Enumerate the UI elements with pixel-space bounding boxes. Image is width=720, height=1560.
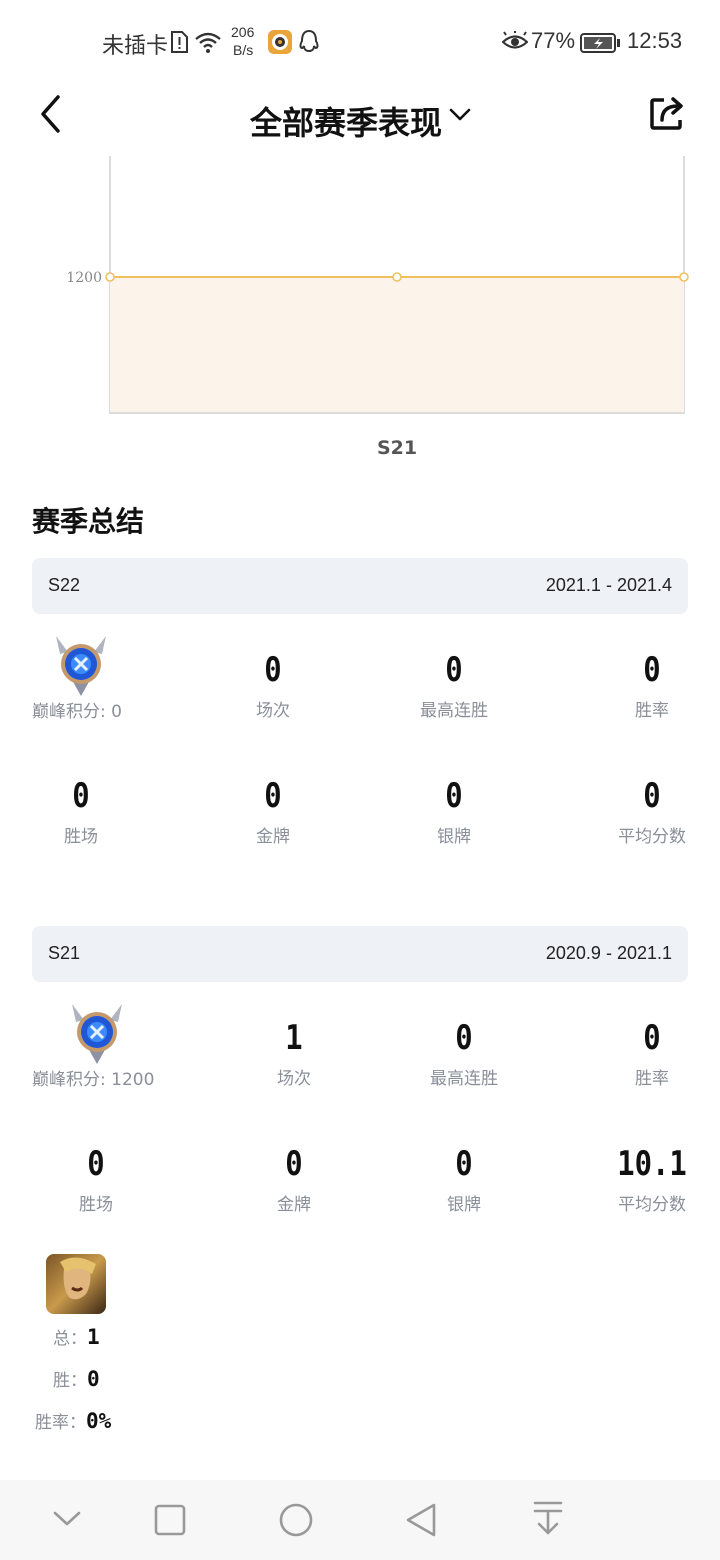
data-point	[392, 272, 402, 282]
chart-svg: 1200 S21	[66, 156, 689, 459]
chevron-down-icon[interactable]	[448, 106, 472, 122]
net-speed-unit: B/s	[233, 42, 254, 58]
season-summary-title: 赛季总结	[32, 505, 145, 538]
data-point	[105, 272, 115, 282]
hero-total: 总：1	[53, 1325, 100, 1349]
battery-icon	[580, 33, 620, 53]
stat-gold: 0 金牌	[193, 776, 353, 847]
stat-label: 银牌	[437, 827, 471, 847]
stat-label: 平均分数	[618, 1195, 686, 1215]
season-rating-chart: 1200 S21	[0, 156, 720, 476]
nav-bar: 全部赛季表现	[0, 84, 720, 156]
stat-matches: 0 场次	[193, 650, 353, 721]
stat-value: 0	[455, 1018, 473, 1058]
stat-label: 最高连胜	[420, 701, 488, 721]
hero-win-rate: 胜率：0%	[35, 1409, 112, 1433]
stat-value: 0	[643, 1018, 661, 1058]
page-title[interactable]: 全部赛季表现	[250, 98, 442, 144]
stat-matches: 1 场次	[214, 1018, 374, 1089]
x-tick-label: S21	[377, 437, 417, 459]
stat-silver: 0 银牌	[384, 1144, 544, 1215]
stat-value: 0	[455, 1144, 473, 1184]
stat-value: 1	[285, 1018, 303, 1058]
status-bar: 未插卡 206 B/s 77% 12:53	[0, 0, 720, 84]
system-nav-bar	[0, 1480, 720, 1560]
stat-label: 金牌	[277, 1195, 311, 1215]
stat-label: 场次	[277, 1069, 311, 1089]
wifi-icon	[195, 32, 221, 53]
stat-wins: 0 胜场	[1, 776, 161, 847]
stat-value: 0	[445, 776, 463, 816]
stat-silver: 0 银牌	[374, 776, 534, 847]
season-date-range: 2021.1 - 2021.4	[545, 575, 672, 595]
data-point	[679, 272, 689, 282]
stat-value: 0	[285, 1144, 303, 1184]
stat-label: 胜场	[79, 1195, 113, 1215]
stat-label: 胜率	[635, 1069, 669, 1089]
stat-win-rate: 0 胜率	[572, 650, 720, 721]
share-icon[interactable]	[648, 94, 688, 134]
stat-label: 银牌	[447, 1195, 481, 1215]
stat-avg-score: 0 平均分数	[572, 776, 720, 847]
peak-score-label: 巅峰积分: 1200	[32, 1070, 155, 1090]
stat-value: 10.1	[617, 1144, 687, 1184]
net-speed-value: 206	[231, 24, 255, 40]
season-header-s21[interactable]: S21 2020.9 - 2021.1	[32, 926, 688, 982]
stat-win-streak: 0 最高连胜	[384, 1018, 544, 1089]
back-triangle-icon[interactable]	[404, 1502, 438, 1538]
stat-value: 0	[264, 650, 282, 690]
stat-value: 0	[643, 650, 661, 690]
app-notification-icon	[268, 30, 292, 54]
rank-badge-icon	[72, 1004, 122, 1064]
stat-gold: 0 金牌	[214, 1144, 374, 1215]
stat-label: 胜率	[635, 701, 669, 721]
stat-avg-score: 10.1 平均分数	[572, 1144, 720, 1215]
stat-label: 金牌	[256, 827, 290, 847]
stat-value: 0	[87, 1144, 105, 1184]
stat-label: 胜场	[64, 827, 98, 847]
sim-alert-icon	[171, 31, 188, 53]
back-arrow-icon[interactable]	[38, 94, 64, 134]
chevron-down-icon[interactable]	[52, 1508, 82, 1528]
notification-pulldown-icon[interactable]	[532, 1500, 564, 1536]
stat-label: 平均分数	[618, 827, 686, 847]
stat-value: 0	[264, 776, 282, 816]
recents-square-icon[interactable]	[154, 1504, 186, 1536]
eye-comfort-icon	[502, 31, 528, 49]
season-name: S21	[48, 943, 81, 963]
peak-score-label: 巅峰积分: 0	[32, 702, 122, 722]
qq-icon	[299, 29, 319, 53]
season-name: S22	[48, 575, 81, 595]
stat-label: 最高连胜	[430, 1069, 498, 1089]
series-area	[110, 277, 684, 412]
stat-wins: 0 胜场	[16, 1144, 176, 1215]
stat-label: 场次	[256, 701, 290, 721]
y-tick-label: 1200	[66, 270, 102, 286]
season-header-s22[interactable]: S22 2021.1 - 2021.4	[32, 558, 688, 614]
stat-value: 0	[72, 776, 90, 816]
battery-percent: 77%	[531, 28, 576, 53]
hero-wins: 胜：0	[53, 1367, 100, 1391]
hero-avatar[interactable]	[46, 1254, 106, 1314]
stat-win-streak: 0 最高连胜	[374, 650, 534, 721]
clock-time: 12:53	[627, 28, 683, 53]
carrier-text: 未插卡	[102, 33, 169, 58]
home-circle-icon[interactable]	[278, 1502, 314, 1538]
stat-value: 0	[445, 650, 463, 690]
stat-win-rate: 0 胜率	[572, 1018, 720, 1089]
rank-badge-icon	[56, 636, 106, 696]
stat-value: 0	[643, 776, 661, 816]
season-date-range: 2020.9 - 2021.1	[545, 943, 672, 963]
